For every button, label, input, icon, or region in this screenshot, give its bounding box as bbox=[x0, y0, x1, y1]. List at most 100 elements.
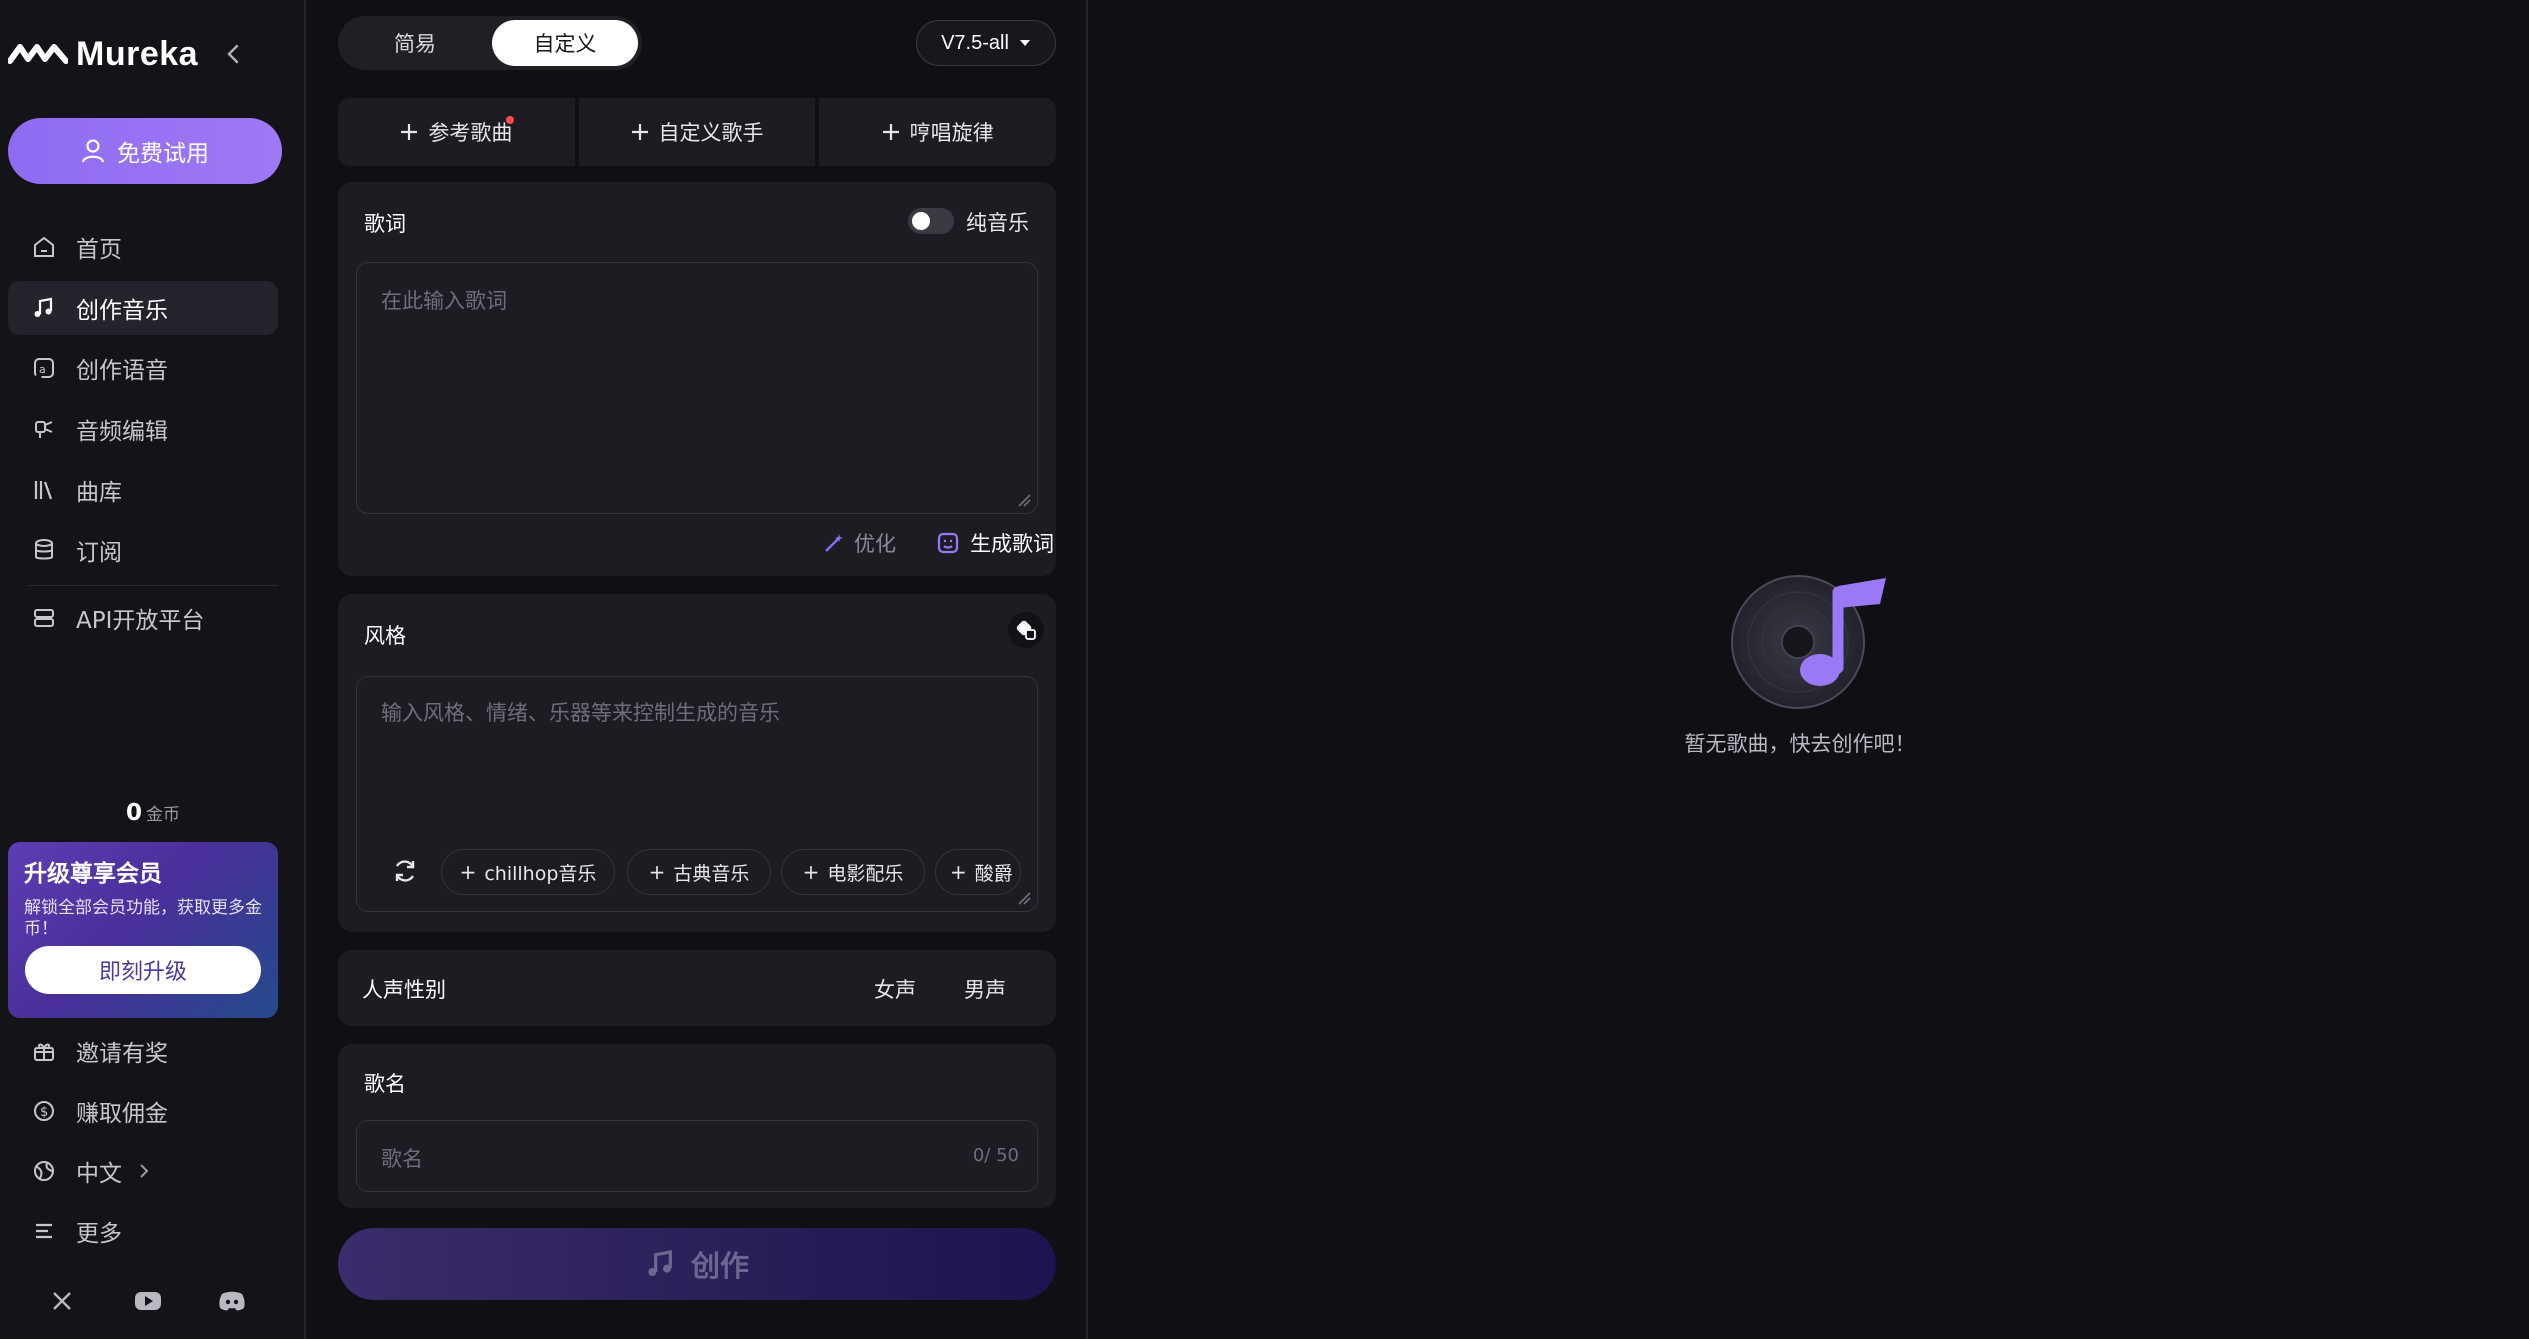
voice-icon: a bbox=[34, 358, 54, 378]
chevron-right-icon bbox=[140, 1164, 149, 1178]
optimize-label: 优化 bbox=[854, 532, 896, 556]
lyrics-title: 歌词 bbox=[364, 212, 406, 236]
coin-unit: 金币 bbox=[146, 805, 180, 825]
style-chip-label: 电影配乐 bbox=[827, 862, 904, 885]
audio-edit-icon bbox=[35, 421, 53, 438]
coin-balance: 0 金币 bbox=[0, 800, 306, 826]
sidebar-item-subscribe[interactable]: 订阅 bbox=[8, 523, 278, 577]
create-button[interactable]: 创作 bbox=[338, 1228, 1056, 1300]
sidebar-item-audio-edit[interactable]: 音频编辑 bbox=[8, 402, 278, 456]
sidebar-item-label: 创作音乐 bbox=[76, 298, 168, 324]
style-title: 风格 bbox=[364, 624, 406, 648]
dice-icon bbox=[1016, 620, 1036, 640]
style-chip-film-score[interactable]: + 电影配乐 bbox=[781, 849, 925, 895]
generate-lyrics-label: 生成歌词 bbox=[970, 532, 1054, 556]
sidebar-item-language[interactable]: 中文 bbox=[8, 1144, 278, 1198]
style-chip-classical[interactable]: + 古典音乐 bbox=[627, 849, 771, 895]
music-note-icon bbox=[648, 1250, 672, 1276]
instrumental-label: 纯音乐 bbox=[966, 211, 1029, 235]
globe-icon bbox=[34, 1161, 54, 1181]
sidebar-item-label: 创作语音 bbox=[76, 358, 168, 384]
sidebar-item-home[interactable]: 首页 bbox=[8, 220, 278, 274]
add-reference-song-label: 参考歌曲 bbox=[428, 121, 513, 145]
plus-icon: + bbox=[802, 860, 820, 884]
tab-custom[interactable]: 自定义 bbox=[492, 20, 638, 66]
caret-down-icon bbox=[1019, 40, 1030, 46]
female-voice-option[interactable]: 女声 bbox=[874, 974, 916, 1004]
x-link[interactable] bbox=[42, 1287, 82, 1315]
style-input[interactable]: 输入风格、情绪、乐器等来控制生成的音乐 + chillhop音乐 + 古典音乐 + 电… bbox=[356, 676, 1038, 912]
song-name-placeholder: 歌名 bbox=[381, 1147, 423, 1171]
lyrics-placeholder: 在此输入歌词 bbox=[381, 289, 507, 313]
upgrade-description: 解锁全部会员功能，获取更多金币！ bbox=[24, 898, 262, 939]
style-chip-label: chillhop音乐 bbox=[484, 862, 597, 885]
free-trial-label: 免费试用 bbox=[117, 141, 209, 167]
free-trial-button[interactable]: 免费试用 bbox=[8, 118, 282, 184]
chevron-left-icon bbox=[227, 44, 239, 64]
database-icon bbox=[35, 539, 53, 560]
sidebar-item-more[interactable]: 更多 bbox=[8, 1204, 278, 1258]
sidebar-divider bbox=[28, 585, 278, 586]
refresh-icon bbox=[395, 860, 415, 882]
lyrics-card: 歌词 纯音乐 在此输入歌词 优化 生成歌词 bbox=[338, 182, 1056, 576]
male-voice-option[interactable]: 男声 bbox=[964, 974, 1006, 1004]
sidebar-item-invite[interactable]: 邀请有奖 bbox=[8, 1024, 278, 1078]
instrumental-toggle[interactable] bbox=[908, 208, 954, 234]
sidebar-item-label: 赚取佣金 bbox=[76, 1101, 168, 1127]
ai-lyrics-icon bbox=[937, 532, 959, 554]
sidebar-item-label: 音频编辑 bbox=[76, 419, 168, 445]
sidebar-item-label: 订阅 bbox=[76, 540, 122, 566]
add-hum-melody-button[interactable]: 哼唱旋律 bbox=[819, 98, 1057, 166]
add-hum-melody-label: 哼唱旋律 bbox=[909, 121, 994, 145]
sidebar-item-create-voice[interactable]: a 创作语音 bbox=[8, 341, 278, 395]
vocal-gender-card: 人声性别 女声 男声 bbox=[338, 950, 1056, 1026]
style-placeholder: 输入风格、情绪、乐器等来控制生成的音乐 bbox=[381, 701, 780, 725]
empty-state-text: 暂无歌曲，快去创作吧！ bbox=[1684, 732, 1916, 756]
sidebar-item-library[interactable]: 曲库 bbox=[8, 463, 278, 517]
char-counter: 0/ 50 bbox=[972, 1145, 1019, 1166]
svg-text:$: $ bbox=[40, 1105, 48, 1120]
song-name-title: 歌名 bbox=[364, 1072, 406, 1096]
mode-switch: 简易 自定义 bbox=[338, 16, 642, 70]
resize-grip-icon[interactable] bbox=[1017, 891, 1031, 905]
tab-simple[interactable]: 简易 bbox=[342, 20, 488, 66]
song-name-card: 歌名 歌名 0/ 50 bbox=[338, 1044, 1056, 1208]
sidebar-item-label: API开放平台 bbox=[76, 608, 205, 634]
sidebar-item-label: 邀请有奖 bbox=[76, 1041, 168, 1067]
magic-wand-icon bbox=[825, 534, 843, 552]
collapse-sidebar-button[interactable] bbox=[220, 40, 246, 68]
dollar-icon: $ bbox=[34, 1101, 54, 1121]
add-custom-singer-button[interactable]: 自定义歌手 bbox=[578, 98, 816, 166]
generate-lyrics-button[interactable]: 生成歌词 bbox=[936, 528, 1054, 558]
upgrade-now-button[interactable]: 即刻升级 bbox=[25, 946, 261, 994]
plus-icon bbox=[882, 124, 899, 140]
style-chip-acid-jazz[interactable]: + 酸爵 bbox=[935, 849, 1021, 895]
youtube-link[interactable] bbox=[128, 1287, 168, 1315]
random-style-button[interactable] bbox=[1008, 612, 1044, 648]
logo[interactable]: Mureka bbox=[8, 32, 198, 76]
optimize-button[interactable]: 优化 bbox=[822, 528, 896, 558]
resize-grip-icon[interactable] bbox=[1017, 493, 1031, 507]
add-reference-song-button[interactable]: 参考歌曲 bbox=[338, 98, 575, 166]
lyrics-input[interactable]: 在此输入歌词 bbox=[356, 262, 1038, 514]
discord-link[interactable] bbox=[212, 1287, 252, 1315]
api-icon bbox=[34, 609, 54, 627]
plus-icon bbox=[631, 124, 648, 140]
sidebar-item-create-music[interactable]: 创作音乐 bbox=[8, 281, 278, 335]
style-chip-chillhop[interactable]: + chillhop音乐 bbox=[441, 849, 615, 895]
song-name-input[interactable]: 歌名 0/ 50 bbox=[356, 1120, 1038, 1192]
style-chip-label: 酸爵 bbox=[974, 862, 1013, 885]
add-options-bar: 参考歌曲 自定义歌手 哼唱旋律 bbox=[338, 98, 1057, 166]
home-icon bbox=[34, 236, 54, 257]
sidebar-item-commission[interactable]: $ 赚取佣金 bbox=[8, 1084, 278, 1138]
plus-icon: + bbox=[950, 860, 967, 884]
create-panel: 简易 自定义 V7.5-all 参考歌曲 自定义歌手 哼唱旋律 歌词 纯音乐 在… bbox=[306, 0, 1088, 1339]
toggle-knob bbox=[912, 212, 930, 230]
refresh-styles-button[interactable] bbox=[387, 853, 423, 889]
gift-icon bbox=[34, 1043, 54, 1061]
upgrade-title: 升级尊享会员 bbox=[24, 861, 162, 887]
sidebar-item-label: 曲库 bbox=[76, 480, 122, 506]
model-version-select[interactable]: V7.5-all bbox=[916, 20, 1056, 66]
sidebar-item-api[interactable]: API开放平台 bbox=[8, 591, 278, 645]
upgrade-card: 升级尊享会员 解锁全部会员功能，获取更多金币！ 即刻升级 bbox=[8, 842, 278, 1018]
